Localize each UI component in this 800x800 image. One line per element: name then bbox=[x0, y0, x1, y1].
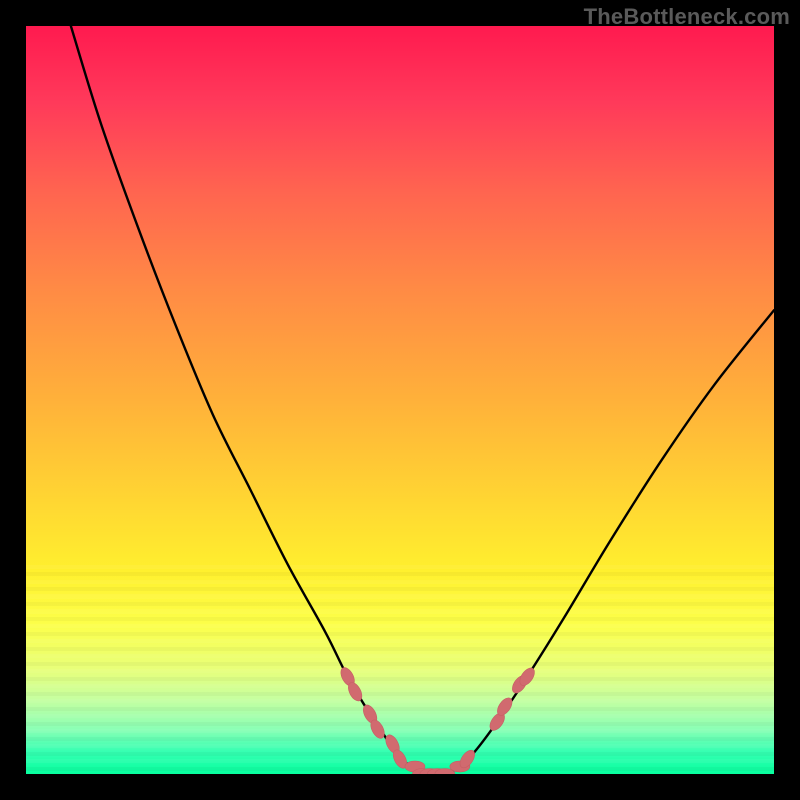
curve-markers bbox=[338, 665, 537, 774]
curve-layer bbox=[26, 26, 774, 774]
plot-area bbox=[26, 26, 774, 774]
chart-frame: TheBottleneck.com bbox=[0, 0, 800, 800]
bottleneck-curve bbox=[71, 26, 774, 774]
